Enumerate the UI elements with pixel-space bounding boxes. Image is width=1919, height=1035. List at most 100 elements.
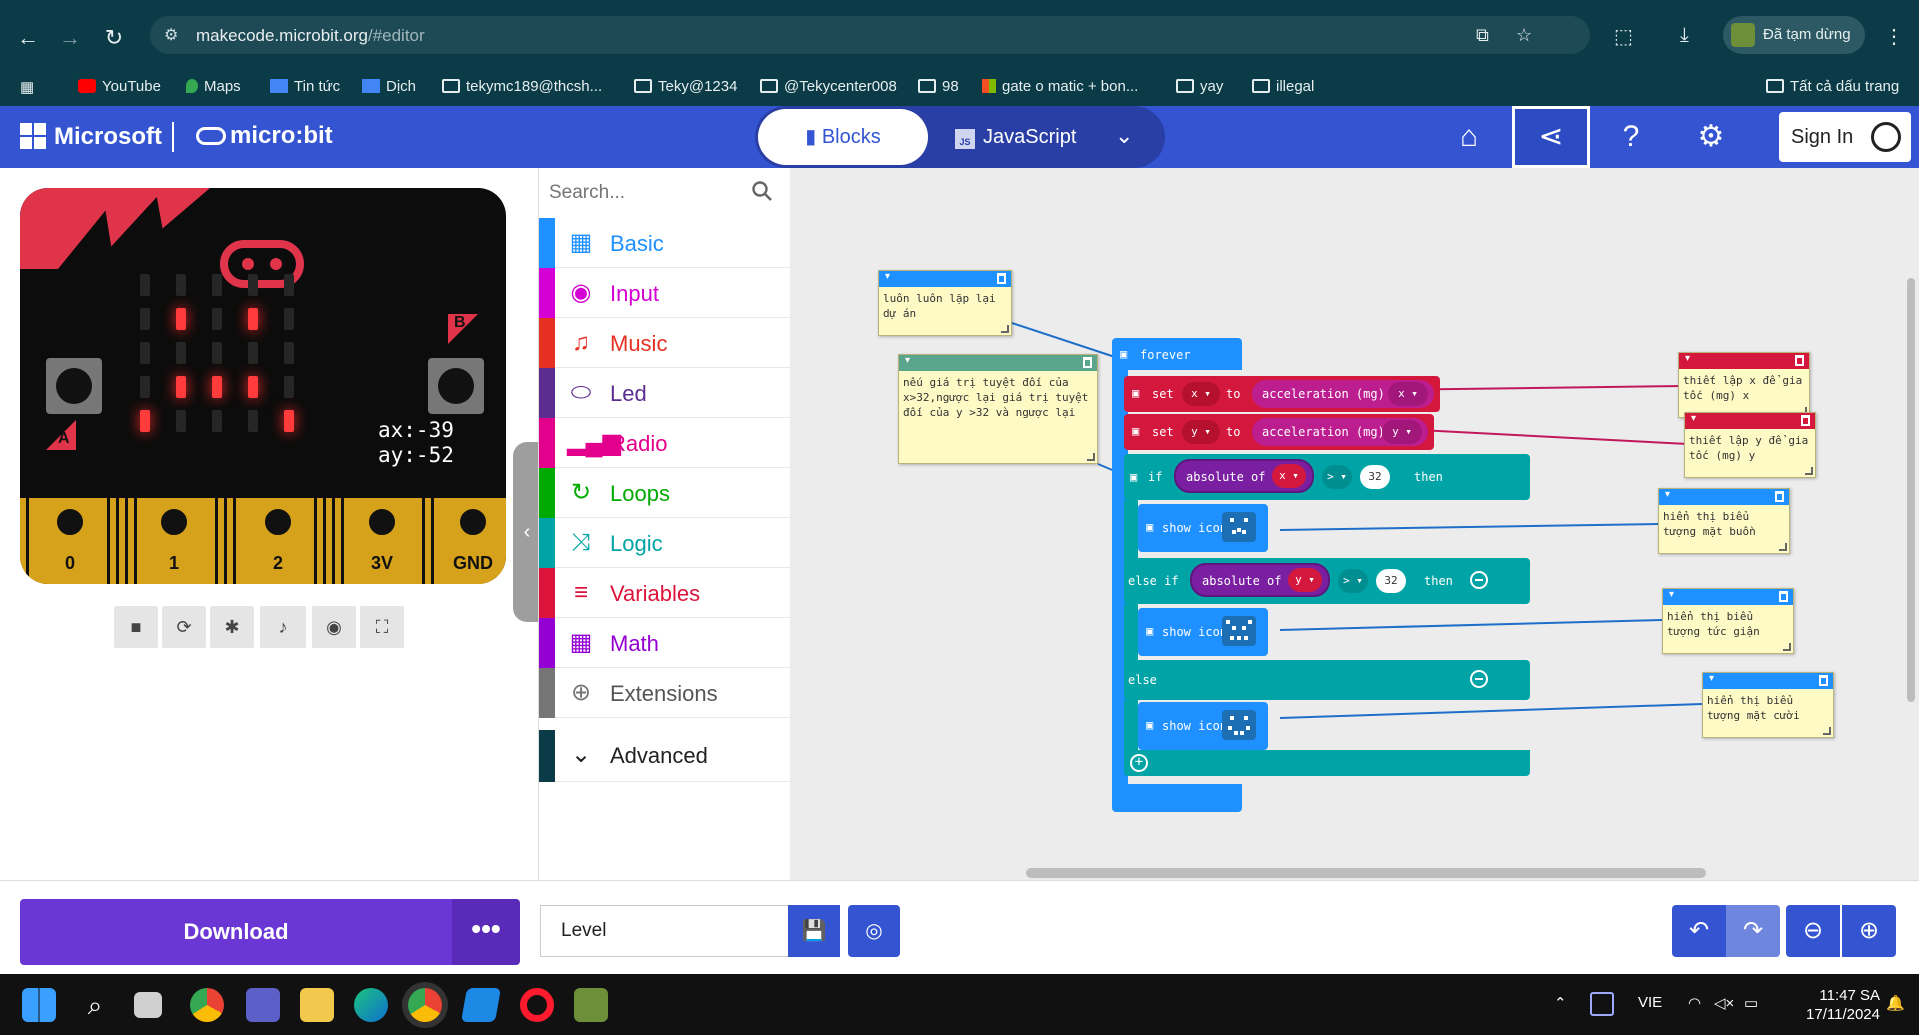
bookmark-folder-1[interactable]: tekymc189@thcsh... <box>442 78 602 95</box>
address-bar[interactable]: ⚙ makecode.microbit.org/#editor ⧉ ☆ <box>150 16 1590 54</box>
github-button[interactable]: ◎ <box>848 905 900 957</box>
minecraft-icon[interactable] <box>574 988 608 1022</box>
comment-set-y[interactable]: ▾ thiết lập y để gia tốc (mg) y <box>1684 412 1816 478</box>
trash-icon[interactable] <box>1819 675 1828 686</box>
show-icon-angry-block[interactable]: ▣ show icon <box>1138 608 1268 656</box>
tab-javascript[interactable]: JS JavaScript <box>955 109 1105 165</box>
category-advanced[interactable]: ⌄ Advanced <box>539 730 791 782</box>
back-icon[interactable]: ← <box>14 24 42 52</box>
pin-1[interactable]: 1 <box>138 498 210 584</box>
category-extensions[interactable]: ⊕ Extensions <box>539 668 791 718</box>
bookmark-folder-6[interactable]: illegal <box>1252 78 1314 95</box>
category-led[interactable]: ⬭ Led <box>539 368 791 418</box>
wifi-icon[interactable]: ◠ <box>1688 994 1701 1012</box>
trash-icon[interactable] <box>997 273 1006 284</box>
clock[interactable]: 11:47 SA 17/11/2024 <box>1770 986 1880 1024</box>
vertical-scrollbar[interactable] <box>1907 278 1915 702</box>
chrome-active-icon[interactable] <box>408 988 442 1022</box>
language-indicator[interactable]: VIE <box>1638 994 1662 1011</box>
axis-y-dropdown[interactable]: y ▾ <box>1382 420 1422 444</box>
absolute-of-y-reporter[interactable]: absolute of y ▾ <box>1190 563 1330 597</box>
comment-set-x[interactable]: ▾ thiết lập x để gia tốc (mg) x <box>1678 352 1810 418</box>
var-y-reporter[interactable]: y ▾ <box>1288 568 1322 592</box>
chevron-up-icon[interactable]: ⌃ <box>1554 994 1567 1012</box>
variable-x-dropdown[interactable]: x ▾ <box>1182 382 1220 406</box>
variable-y-dropdown[interactable]: y ▾ <box>1182 420 1220 444</box>
stop-button[interactable]: ■ <box>114 606 158 648</box>
install-app-icon[interactable]: ⧉ <box>1476 25 1489 46</box>
sign-in-button[interactable]: Sign In <box>1779 112 1911 162</box>
set-y-block[interactable]: ▣ set y ▾ to acceleration (mg) y ▾ <box>1124 414 1434 450</box>
var-x-reporter[interactable]: x ▾ <box>1272 464 1306 488</box>
forever-block[interactable]: ▣ forever <box>1112 338 1242 370</box>
threshold-input[interactable]: 32 <box>1376 569 1406 593</box>
mute-button[interactable]: ♪ <box>260 606 306 648</box>
comparison-dropdown[interactable]: > ▾ <box>1338 569 1368 593</box>
bookmark-news[interactable]: Tin tức <box>270 78 340 95</box>
download-options-button[interactable]: ••• <box>452 899 520 965</box>
trash-icon[interactable] <box>1801 415 1810 426</box>
opera-icon[interactable] <box>520 988 554 1022</box>
add-branch-icon[interactable]: + <box>1130 754 1148 772</box>
trash-icon[interactable] <box>1775 491 1784 502</box>
search-icon[interactable]: ⌕ <box>78 988 112 1022</box>
fullscreen-button[interactable]: ⛶ <box>360 606 404 648</box>
chevron-down-icon[interactable]: ⌄ <box>1115 123 1133 149</box>
windows-start-icon[interactable] <box>22 988 56 1022</box>
remove-branch-icon[interactable] <box>1470 571 1488 589</box>
button-b[interactable] <box>428 358 484 414</box>
bookmark-translate[interactable]: Dịch <box>362 78 416 95</box>
brand-microbit[interactable]: micro:bit <box>196 122 333 150</box>
apps-icon[interactable]: ▦ <box>20 78 34 96</box>
category-loops[interactable]: ↻ Loops <box>539 468 791 518</box>
redo-button[interactable]: ↷ <box>1726 905 1780 957</box>
bookmark-gate[interactable]: gate o matic + bon... <box>982 78 1138 95</box>
home-button[interactable]: ⌂ <box>1430 106 1508 168</box>
edge-icon[interactable] <box>354 988 388 1022</box>
teams-icon[interactable] <box>246 988 280 1022</box>
bookmark-youtube[interactable]: YouTube <box>78 78 161 95</box>
help-button[interactable]: ? <box>1592 106 1670 168</box>
restart-button[interactable]: ⟳ <box>162 606 206 648</box>
tray-app-icon[interactable] <box>1590 992 1614 1016</box>
all-bookmarks[interactable]: Tất cả dấu trang <box>1766 78 1899 95</box>
battery-icon[interactable]: ▭ <box>1744 994 1758 1012</box>
search-input[interactable] <box>549 176 749 210</box>
category-logic[interactable]: ⤨ Logic <box>539 518 791 568</box>
bookmark-maps[interactable]: Maps <box>186 78 241 95</box>
bookmark-folder-4[interactable]: 98 <box>918 78 959 95</box>
project-name-input[interactable] <box>540 905 788 957</box>
zoom-out-button[interactable]: ⊖ <box>1786 905 1840 957</box>
acceleration-x-reporter[interactable]: acceleration (mg) x ▾ <box>1252 380 1434 408</box>
share-button[interactable]: ⋖ <box>1512 106 1590 168</box>
site-info-icon[interactable]: ⚙ <box>164 25 178 45</box>
bookmark-folder-5[interactable]: yay <box>1176 78 1223 95</box>
settings-button[interactable]: ⚙ <box>1672 106 1750 168</box>
category-variables[interactable]: ≡ Variables <box>539 568 791 618</box>
bookmark-star-icon[interactable]: ☆ <box>1516 25 1532 46</box>
blocks-workspace[interactable]: ▣ forever ▣ set x ▾ to acceleration (mg)… <box>790 168 1919 880</box>
download-button[interactable]: Download <box>20 899 452 965</box>
reload-icon[interactable]: ↻ <box>100 24 128 52</box>
debug-button[interactable]: ✱ <box>210 606 254 648</box>
comment-angry[interactable]: ▾ hiển thị biểu tượng tức giận <box>1662 588 1794 654</box>
volume-muted-icon[interactable]: ◁× <box>1714 994 1734 1012</box>
zoom-in-button[interactable]: ⊕ <box>1842 905 1896 957</box>
sad-face-icon[interactable] <box>1222 512 1256 542</box>
show-icon-sad-block[interactable]: ▣ show icon <box>1138 504 1268 552</box>
extensions-icon[interactable]: ⬚ <box>1614 24 1633 49</box>
category-input[interactable]: ◉ Input <box>539 268 791 318</box>
else-if-block[interactable]: else if absolute of y ▾ > ▾ 32 then <box>1124 558 1530 604</box>
task-view-icon[interactable] <box>134 992 162 1018</box>
forward-icon[interactable]: → <box>56 24 84 52</box>
trash-icon[interactable] <box>1795 355 1804 366</box>
menu-icon[interactable]: ⋮ <box>1884 24 1904 49</box>
category-music[interactable]: ♫ Music <box>539 318 791 368</box>
absolute-of-x-reporter[interactable]: absolute of x ▾ <box>1174 459 1314 493</box>
category-radio[interactable]: ▂▄▆ Radio <box>539 418 791 468</box>
file-explorer-icon[interactable] <box>300 988 334 1022</box>
threshold-input[interactable]: 32 <box>1360 465 1390 489</box>
chrome-icon[interactable] <box>190 988 224 1022</box>
comment-sad[interactable]: ▾ hiển thị biểu tượng mặt buồn <box>1658 488 1790 554</box>
bookmark-folder-3[interactable]: @Tekycenter008 <box>760 78 897 95</box>
